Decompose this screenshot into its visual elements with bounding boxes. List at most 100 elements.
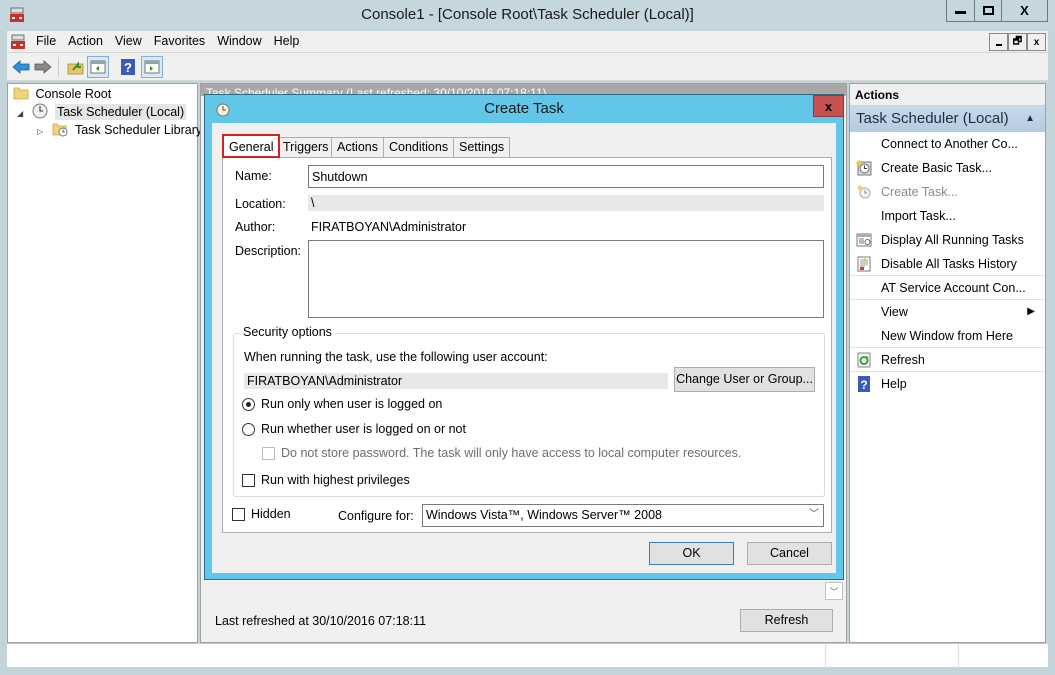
actions-group-header[interactable]: Task Scheduler (Local) ▲ (850, 106, 1045, 132)
action-label: Import Task... (881, 209, 956, 223)
back-arrow-icon (12, 60, 30, 74)
actions-group-label: Task Scheduler (Local) (856, 110, 1009, 127)
action-label: Refresh (881, 353, 925, 367)
dialog-body: General Triggers Actions Conditions Sett… (212, 123, 836, 573)
minimize-icon (995, 44, 1002, 46)
mdi-minimize-button[interactable] (989, 33, 1008, 51)
last-refreshed-text: Last refreshed at 30/10/2016 07:18:11 (215, 614, 427, 628)
console-menu-icon[interactable] (10, 34, 26, 50)
action-label: Help (881, 377, 907, 391)
menu-file[interactable]: File (30, 31, 62, 51)
do-not-store-password-checkbox[interactable] (262, 447, 275, 460)
change-user-group-button[interactable]: Change User or Group... (674, 367, 815, 392)
tab-triggers[interactable]: Triggers (277, 137, 335, 157)
close-icon: x (1033, 36, 1040, 48)
tree-item-console-root[interactable]: Console Root (13, 85, 111, 103)
action-help[interactable]: ? Help (850, 372, 1045, 396)
dialog-close-button[interactable]: x (813, 95, 844, 117)
tree-item-task-scheduler-local[interactable]: ◢ Task Scheduler (Local) (17, 103, 187, 121)
action-display-running-tasks[interactable]: Display All Running Tasks (850, 228, 1045, 252)
help-icon: ? (858, 376, 870, 392)
configure-for-label: Configure for: (338, 509, 414, 523)
menu-help[interactable]: Help (268, 31, 306, 51)
general-tab-panel: Name: Location: \ Author: FIRATBOYAN\Adm… (222, 157, 832, 533)
tree-item-label: Console Root (35, 87, 112, 101)
account-value: FIRATBOYAN\Administrator (244, 373, 668, 389)
show-hide-action-pane-button[interactable] (141, 56, 163, 78)
scroll-down-button[interactable]: ﹀ (825, 582, 843, 600)
action-new-window-from-here[interactable]: New Window from Here (850, 324, 1045, 348)
menu-view[interactable]: View (109, 31, 148, 51)
restore-icon: 🗗 (1012, 35, 1023, 47)
account-prompt: When running the task, use the following… (244, 350, 548, 364)
action-label: AT Service Account Con... (881, 281, 1026, 295)
help-icon: ? (121, 59, 135, 75)
refresh-button[interactable]: Refresh (740, 609, 833, 632)
minimize-icon (955, 11, 966, 14)
action-create-task[interactable]: Create Task... (850, 180, 1045, 204)
close-window-button[interactable]: X (1001, 0, 1048, 22)
toolbar: ? (7, 53, 1048, 81)
description-input[interactable] (308, 240, 824, 318)
action-label: Connect to Another Co... (881, 137, 1018, 151)
hidden-label[interactable]: Hidden (251, 507, 291, 521)
folder-clock-icon (53, 123, 68, 137)
radio-run-whether-label[interactable]: Run whether user is logged on or not (261, 422, 466, 436)
history-icon (857, 256, 871, 272)
do-not-store-password-label: Do not store password. The task will onl… (281, 446, 742, 460)
tab-general[interactable]: General (222, 134, 281, 158)
svg-text:?: ? (124, 60, 132, 75)
action-connect-another-computer[interactable]: Connect to Another Co... (850, 132, 1045, 156)
radio-run-whether-logged-on[interactable] (242, 423, 255, 436)
action-label: New Window from Here (881, 329, 1013, 343)
action-label: Create Task... (881, 185, 958, 199)
back-button[interactable] (10, 56, 32, 78)
tree-item-label: Task Scheduler Library (74, 123, 203, 137)
highest-privileges-checkbox[interactable] (242, 474, 255, 487)
action-at-service-account[interactable]: AT Service Account Con... (850, 276, 1045, 300)
radio-run-logged-on[interactable] (242, 398, 255, 411)
menu-window[interactable]: Window (211, 31, 267, 51)
cancel-button[interactable]: Cancel (747, 542, 832, 565)
chevron-down-icon: ﹀ (809, 509, 819, 520)
action-import-task[interactable]: Import Task... (850, 204, 1045, 228)
tree-item-task-scheduler-library[interactable]: ▷ Task Scheduler Library (37, 121, 202, 139)
menu-action[interactable]: Action (62, 31, 109, 51)
action-create-basic-task[interactable]: Create Basic Task... (850, 156, 1045, 180)
forward-arrow-icon (34, 60, 52, 74)
up-one-level-button[interactable] (64, 56, 86, 78)
tab-actions[interactable]: Actions (331, 137, 384, 157)
show-hide-console-tree-button[interactable] (87, 56, 109, 78)
mdi-close-button[interactable]: x (1027, 33, 1046, 51)
ok-button[interactable]: OK (649, 542, 734, 565)
highest-privileges-label[interactable]: Run with highest privileges (261, 473, 410, 487)
author-label: Author: (235, 220, 276, 234)
status-separator (825, 644, 826, 668)
status-separator (958, 644, 959, 668)
mdi-restore-button[interactable]: 🗗 (1008, 33, 1027, 51)
folder-icon (13, 87, 29, 100)
window-titlebar: Console1 - [Console Root\Task Scheduler … (0, 0, 1055, 32)
tab-settings[interactable]: Settings (453, 137, 511, 157)
menu-favorites[interactable]: Favorites (148, 31, 211, 51)
minimize-button[interactable] (946, 0, 975, 22)
create-task-icon (857, 185, 871, 199)
action-refresh[interactable]: Refresh (850, 348, 1045, 372)
close-icon: x (824, 98, 833, 114)
action-view[interactable]: View ▶ (850, 300, 1045, 324)
hidden-checkbox[interactable] (232, 508, 245, 521)
collapsed-arrow-icon: ▷ (37, 127, 44, 136)
name-input[interactable] (308, 165, 824, 188)
action-disable-tasks-history[interactable]: Disable All Tasks History (850, 252, 1045, 276)
maximize-button[interactable] (974, 0, 1002, 22)
author-value: FIRATBOYAN\Administrator (311, 220, 467, 234)
tab-conditions[interactable]: Conditions (383, 137, 455, 157)
configure-for-select[interactable]: Windows Vista™, Windows Server™ 2008 ﹀ (422, 504, 824, 527)
action-label: Create Basic Task... (881, 161, 992, 175)
help-button[interactable]: ? (117, 56, 139, 78)
dialog-title: Create Task (484, 100, 564, 117)
forward-button[interactable] (32, 56, 54, 78)
status-bar (7, 643, 1048, 668)
radio-run-logged-on-label[interactable]: Run only when user is logged on (261, 397, 442, 411)
clock-icon (32, 103, 48, 119)
